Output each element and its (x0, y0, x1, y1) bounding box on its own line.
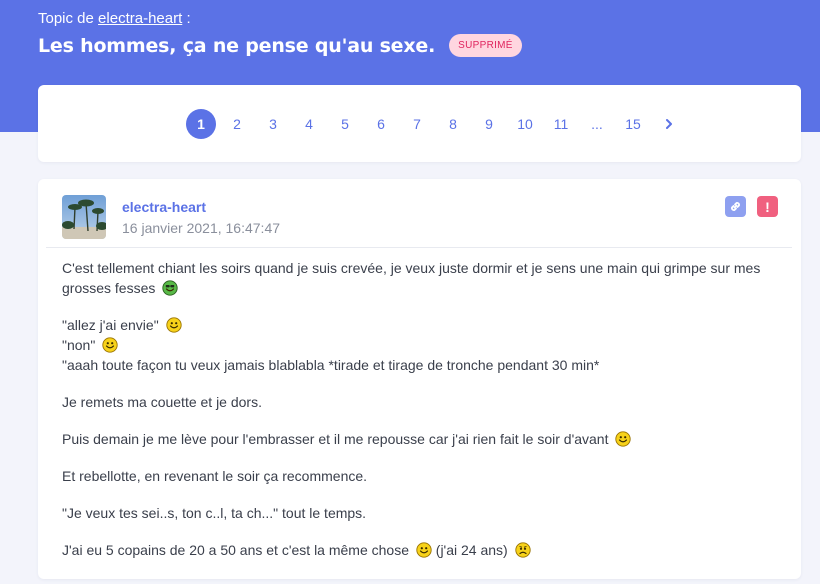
smiley-icon (615, 431, 632, 447)
page-link-9[interactable]: 9 (474, 109, 504, 139)
post-text: "aaah toute façon tu veux jamais blablab… (62, 357, 600, 373)
post-date: 16 janvier 2021, 16:47:47 (122, 220, 281, 236)
smiley-icon (416, 542, 432, 558)
post-text: "Je veux tes sei..s, ton c..l, ta ch..."… (62, 505, 367, 521)
topic-suffix: : (186, 10, 191, 27)
smiley-icon (165, 317, 182, 333)
post-line: Puis demain je me lève pour l'embrasser … (62, 429, 782, 449)
page-link-2[interactable]: 2 (222, 109, 252, 139)
post-line: Je remets ma couette et je dors. (62, 392, 782, 412)
permalink-button[interactable] (725, 196, 746, 217)
post-text-after: (j'ai 24 ans) (431, 542, 508, 558)
post-text: Je remets ma couette et je dors. (62, 394, 262, 410)
page-link-1[interactable]: 1 (186, 109, 216, 139)
pagination-card: 1 2 3 4 5 6 7 8 9 10 11... 15 (38, 85, 801, 162)
post-line: "non" (62, 335, 782, 355)
page-link-6[interactable]: 6 (366, 109, 396, 139)
chevron-right-icon (666, 119, 672, 129)
page-title: Les hommes, ça ne pense qu'au sexe. (38, 34, 436, 57)
page-link-15[interactable]: 15 (618, 109, 648, 139)
post-line: C'est tellement chiant les soirs quand j… (62, 258, 782, 298)
post-line: "Je veux tes sei..s, ton c..l, ta ch..."… (62, 503, 782, 523)
post-paragraph: "Je veux tes sei..s, ton c..l, ta ch..."… (62, 503, 782, 523)
page-link-4[interactable]: 4 (294, 109, 324, 139)
report-button[interactable]: ! (757, 196, 778, 217)
divider (46, 247, 792, 248)
topic-byline: Topic de electra-heart : (38, 10, 191, 27)
post-paragraph: "allez j'ai envie" "non" "aaah toute faç… (62, 315, 782, 375)
smiley-icon (514, 542, 531, 558)
post-line: Et rebellotte, en revenant le soir ça re… (62, 466, 782, 486)
pagination-ellipsis: ... (591, 116, 603, 132)
post-text: Puis demain je me lève pour l'embrasser … (62, 431, 609, 447)
post-text: "non" (62, 337, 96, 353)
post-paragraph: J'ai eu 5 copains de 20 a 50 ans et c'es… (62, 540, 782, 560)
post-paragraph: C'est tellement chiant les soirs quand j… (62, 258, 782, 298)
status-badge: SUPPRIMÉ (449, 34, 522, 57)
page-link-5[interactable]: 5 (330, 109, 360, 139)
link-icon (731, 202, 740, 211)
page-link-10[interactable]: 10 (510, 109, 540, 139)
smiley-icon (102, 337, 118, 353)
topic-author-link[interactable]: electra-heart (98, 10, 182, 27)
post-text: J'ai eu 5 copains de 20 a 50 ans et c'es… (62, 542, 409, 558)
post-line: J'ai eu 5 copains de 20 a 50 ans et c'es… (62, 540, 782, 560)
post-paragraph: Puis demain je me lève pour l'embrasser … (62, 429, 782, 449)
post-body: C'est tellement chiant les soirs quand j… (62, 258, 782, 577)
page-link-7[interactable]: 7 (402, 109, 432, 139)
topic-prefix: Topic de (38, 10, 94, 27)
post-text: "allez j'ai envie" (62, 317, 159, 333)
title-row: Les hommes, ça ne pense qu'au sexe. SUPP… (38, 34, 522, 57)
page-link-3[interactable]: 3 (258, 109, 288, 139)
page-link-8[interactable]: 8 (438, 109, 468, 139)
alert-icon: ! (765, 198, 770, 215)
post-line: "aaah toute façon tu veux jamais blablab… (62, 355, 782, 375)
post-card: electra-heart 16 janvier 2021, 16:47:47 … (38, 179, 801, 579)
avatar[interactable] (62, 195, 106, 239)
page-link-11[interactable]: 11 (546, 109, 576, 139)
post-paragraph: Je remets ma couette et je dors. (62, 392, 782, 412)
post-paragraph: Et rebellotte, en revenant le soir ça re… (62, 466, 782, 486)
post-line: "allez j'ai envie" (62, 315, 782, 335)
smiley-icon (162, 280, 178, 296)
pagination: 1 2 3 4 5 6 7 8 9 10 11... 15 (186, 109, 690, 139)
post-text: Et rebellotte, en revenant le soir ça re… (62, 468, 368, 484)
next-page-button[interactable] (654, 109, 684, 139)
post-author[interactable]: electra-heart (122, 199, 206, 215)
